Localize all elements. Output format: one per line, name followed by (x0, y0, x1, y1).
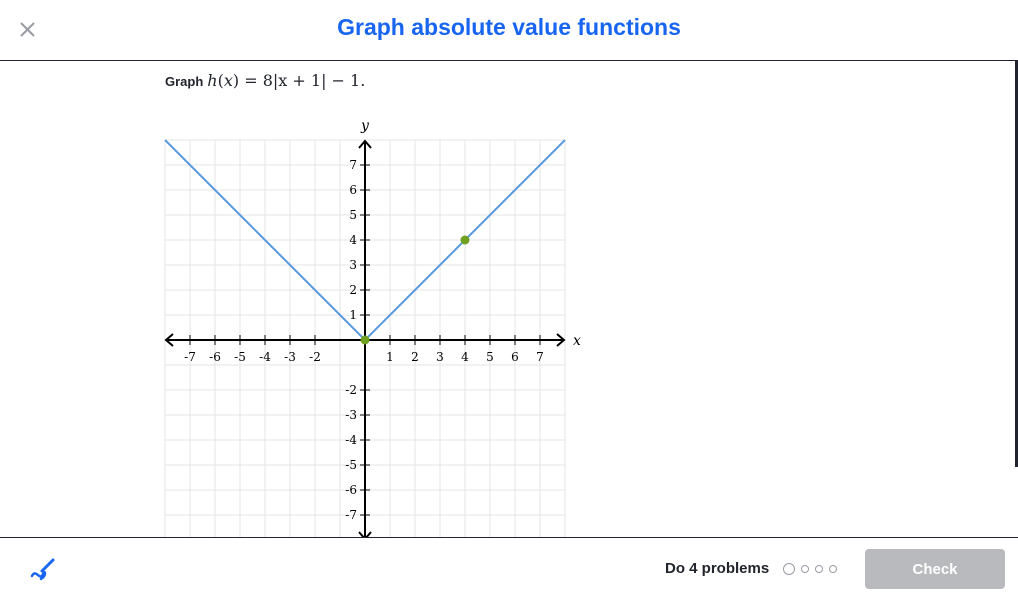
progress-dots (783, 563, 837, 575)
x-tick-label: -4 (259, 350, 271, 364)
progress-dot (829, 565, 837, 573)
y-tick-label: -7 (345, 508, 357, 522)
y-tick-label: -6 (345, 483, 357, 497)
x-tick-label: 7 (536, 350, 544, 364)
y-tick-label: 6 (349, 183, 357, 197)
problems-count-label: Do 4 problems (665, 560, 770, 577)
page-title: Graph absolute value functions (337, 14, 681, 40)
x-tick-label: -3 (284, 350, 296, 364)
function-name: h (207, 71, 218, 90)
y-tick-label: 5 (349, 208, 357, 222)
y-tick-label: -5 (345, 458, 357, 472)
draggable-point[interactable] (460, 235, 470, 245)
y-tick-label: 1 (349, 308, 357, 322)
x-axis-label: x (573, 333, 581, 349)
y-tick-label: 7 (349, 158, 357, 172)
function-formula: h(x) = 8|x + 1| − 1. (207, 71, 366, 90)
x-tick-label: 6 (511, 350, 519, 364)
x-tick-label: 4 (461, 350, 469, 364)
pencil-scratchpad-icon (30, 558, 55, 581)
x-tick-label: -5 (234, 350, 246, 364)
x-tick-label: 1 (386, 350, 394, 364)
y-tick-label: -3 (345, 408, 357, 422)
progress-dot (783, 563, 795, 575)
check-button[interactable]: Check (865, 549, 1005, 589)
scratchpad-button[interactable] (28, 554, 58, 584)
y-tick-label: 4 (349, 233, 357, 247)
y-tick-label: 2 (349, 283, 357, 297)
footer: Do 4 problems Check (0, 537, 1018, 599)
x-tick-label: 5 (486, 350, 494, 364)
x-tick-label: 2 (411, 350, 419, 364)
progress-dot (815, 565, 823, 573)
y-tick-label: -4 (345, 433, 357, 447)
question-prefix: Graph (165, 74, 204, 89)
function-argument: x (223, 71, 233, 90)
exercise-content: Graph h(x) = 8|x + 1| − 1. -7 -6 -5 -4 -3 -2 1… (0, 61, 1015, 537)
x-tick-label: -7 (184, 350, 196, 364)
y-tick-label: -2 (345, 383, 357, 397)
function-expression: 8|x + 1| − 1. (262, 71, 366, 90)
x-tick-label: 3 (436, 350, 444, 364)
header: Graph absolute value functions (0, 0, 1018, 61)
y-tick-label: 3 (349, 258, 357, 272)
progress-dot (801, 565, 809, 573)
question-prompt: Graph h(x) = 8|x + 1| − 1. (165, 71, 365, 90)
vertex-point[interactable] (360, 335, 370, 345)
y-axis-label: y (360, 118, 370, 134)
x-tick-label: -2 (309, 350, 321, 364)
coordinate-plane[interactable]: -7 -6 -5 -4 -3 -2 1 2 3 4 5 6 7 7 6 5 4 3 2 1 -2 -3 -4 -5 -6 -7 x y (163, 107, 583, 537)
x-tick-label: -6 (209, 350, 221, 364)
